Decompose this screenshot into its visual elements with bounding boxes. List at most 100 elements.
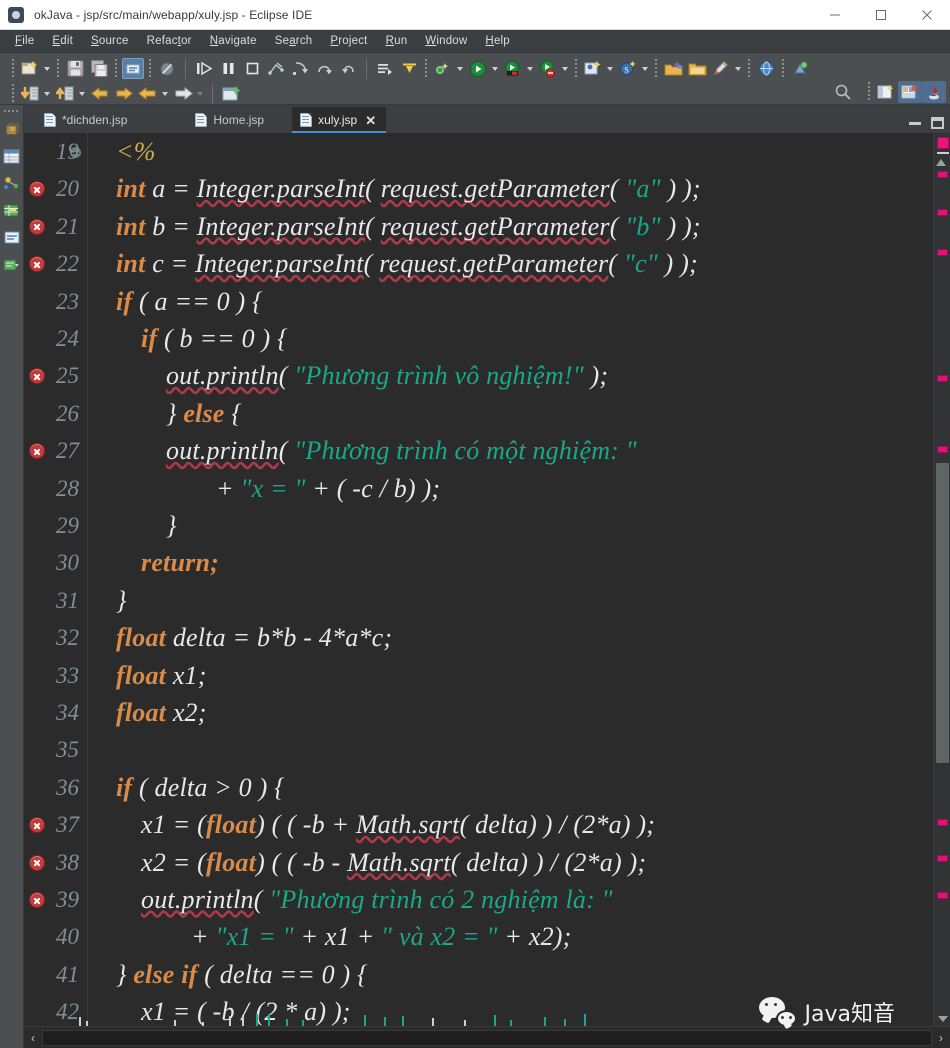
code-line[interactable]: } — [102, 582, 933, 619]
previous-annotation-icon[interactable] — [398, 58, 420, 79]
open-web-browser-icon[interactable] — [755, 58, 777, 79]
menu-item-source[interactable]: Source — [82, 32, 138, 50]
debug-dropdown-icon[interactable] — [525, 59, 534, 79]
error-marker-icon[interactable] — [29, 892, 45, 908]
horizontal-scrollbar[interactable]: ‹ › — [24, 1014, 950, 1048]
servers-icon[interactable] — [3, 174, 21, 192]
terminate-icon[interactable] — [241, 58, 263, 79]
error-marker-icon[interactable] — [29, 817, 45, 834]
code-line[interactable]: int b = Integer.parseInt( request.getPar… — [102, 208, 933, 245]
skip-all-breakpoints-icon[interactable] — [156, 58, 178, 79]
folding-column[interactable] — [88, 133, 102, 1026]
save-all-icon[interactable] — [88, 58, 110, 79]
menu-item-search[interactable]: Search — [266, 32, 322, 50]
overview-ruler-error-marker[interactable] — [937, 446, 948, 453]
overview-ruler-error-marker[interactable] — [937, 855, 948, 862]
toggle-comment-icon[interactable] — [122, 58, 144, 79]
overview-ruler-error-marker[interactable] — [937, 171, 948, 178]
java-perspective-button[interactable] — [922, 81, 946, 103]
back-history-icon[interactable] — [89, 83, 111, 104]
editor-tab-xulyjsp[interactable]: xuly.jsp ✕ — [292, 107, 387, 133]
menu-item-window[interactable]: Window — [416, 32, 476, 50]
step-over-icon[interactable] — [313, 58, 335, 79]
coverage-dropdown-icon[interactable] — [560, 59, 569, 79]
editor-tab-close-icon[interactable]: ✕ — [365, 114, 376, 127]
code-line[interactable]: if ( a == 0 ) { — [102, 283, 933, 320]
open-type-dropdown-icon[interactable] — [640, 59, 649, 79]
code-line[interactable]: x2 = (float) ( ( -b - Math.sqrt( delta) … — [102, 844, 933, 881]
code-line[interactable]: <% — [102, 133, 933, 170]
debug-icon[interactable] — [502, 58, 524, 79]
code-line[interactable]: + "x = " + ( -c / b) ); — [102, 470, 933, 507]
scroll-up-arrow-icon[interactable] — [936, 159, 946, 166]
maximize-editor-icon[interactable] — [931, 117, 944, 129]
menu-item-help[interactable]: Help — [476, 32, 518, 50]
new-class-dropdown-icon[interactable] — [605, 59, 614, 79]
menu-item-project[interactable]: Project — [321, 32, 376, 50]
code-editor[interactable]: 19 20 21 22 23 24 25 26 27 28 29 30 31 32 33 34 35 36 37 38… — [24, 133, 950, 1026]
run-last-tool-icon[interactable] — [432, 58, 454, 79]
code-line[interactable]: + "x1 = " + x1 + " và x2 = " + x2); — [102, 918, 933, 955]
open-folder-icon[interactable] — [686, 58, 708, 79]
code-line[interactable]: out.println( "Phương trình có một nghiệm… — [102, 432, 933, 469]
new-wizard-icon[interactable] — [19, 58, 41, 79]
minimize-editor-icon[interactable] — [909, 121, 921, 125]
source-text[interactable]: <% int a = Integer.parseInt( request.getP… — [102, 133, 933, 1026]
external-tools-dropdown-icon[interactable] — [733, 59, 742, 79]
save-icon[interactable] — [64, 58, 86, 79]
suspend-icon[interactable] — [217, 58, 239, 79]
scroll-left-arrow-icon[interactable]: ‹ — [24, 1031, 42, 1045]
error-marker-icon[interactable] — [29, 256, 45, 273]
code-line[interactable]: if ( b == 0 ) { — [102, 320, 933, 357]
menu-item-file[interactable]: File — [6, 32, 43, 50]
export-dropdown-icon[interactable] — [77, 84, 86, 104]
view-drag-handle[interactable] — [3, 108, 20, 116]
code-line[interactable]: float delta = b*b - 4*a*c; — [102, 619, 933, 656]
code-line[interactable]: int c = Integer.parseInt( request.getPar… — [102, 245, 933, 282]
vertical-scrollbar-thumb[interactable] — [936, 463, 949, 763]
line-number-gutter[interactable]: 19 20 21 22 23 24 25 26 27 28 29 30 31 32 33 34 35 36 37 38… — [24, 133, 88, 1026]
new-java-project-icon[interactable] — [220, 83, 242, 104]
code-line[interactable]: return; — [102, 544, 933, 581]
run-icon[interactable] — [467, 58, 489, 79]
import-dropdown-icon[interactable] — [42, 84, 51, 104]
code-line[interactable]: float x2; — [102, 694, 933, 731]
code-line[interactable]: } else if ( delta == 0 ) { — [102, 956, 933, 993]
error-marker-icon[interactable] — [29, 181, 45, 198]
menu-item-refactor[interactable]: Refactor — [138, 32, 201, 50]
menu-item-edit[interactable]: Edit — [43, 32, 82, 50]
code-line[interactable]: out.println( "Phương trình có 2 nghiệm l… — [102, 881, 933, 918]
java-ee-perspective-button[interactable] — [898, 81, 922, 103]
menu-item-navigate[interactable]: Navigate — [201, 32, 266, 50]
run-last-dropdown-icon[interactable] — [455, 59, 464, 79]
new-class-icon[interactable] — [582, 58, 604, 79]
code-line[interactable] — [102, 731, 933, 768]
external-tools-icon[interactable] — [710, 58, 732, 79]
forward-history-icon[interactable] — [113, 83, 135, 104]
open-type-icon[interactable]: S — [617, 58, 639, 79]
code-line[interactable]: x1 = (float) ( ( -b + Math.sqrt( delta) … — [102, 806, 933, 843]
scroll-right-arrow-icon[interactable]: › — [932, 1031, 950, 1045]
maximize-button[interactable] — [858, 0, 904, 30]
previous-edit-dropdown-icon[interactable] — [160, 84, 169, 104]
next-edit-dropdown-icon[interactable] — [195, 84, 204, 104]
error-marker-icon[interactable] — [29, 443, 45, 460]
code-line[interactable]: } — [102, 507, 933, 544]
resume-icon[interactable] — [193, 58, 215, 79]
overview-ruler-error-marker[interactable] — [937, 209, 948, 216]
overview-ruler-error-marker[interactable] — [937, 249, 948, 256]
horizontal-scrollbar-track[interactable] — [42, 1030, 932, 1046]
step-return-icon[interactable] — [337, 58, 359, 79]
editor-tab-dichdenjsp[interactable]: *dichden.jsp — [36, 107, 137, 133]
disconnect-icon[interactable] — [265, 58, 287, 79]
overview-ruler-error-marker[interactable] — [937, 819, 948, 826]
overview-ruler[interactable] — [933, 133, 950, 1026]
open-perspective-icon[interactable] — [789, 58, 811, 79]
overview-ruler-summary-marker[interactable] — [937, 137, 949, 149]
run-dropdown-icon[interactable] — [490, 59, 499, 79]
project-explorer-icon[interactable] — [3, 147, 21, 165]
outline-icon[interactable] — [3, 228, 21, 246]
coverage-icon[interactable] — [537, 58, 559, 79]
code-line[interactable]: float x1; — [102, 657, 933, 694]
previous-edit-icon[interactable] — [137, 83, 159, 104]
